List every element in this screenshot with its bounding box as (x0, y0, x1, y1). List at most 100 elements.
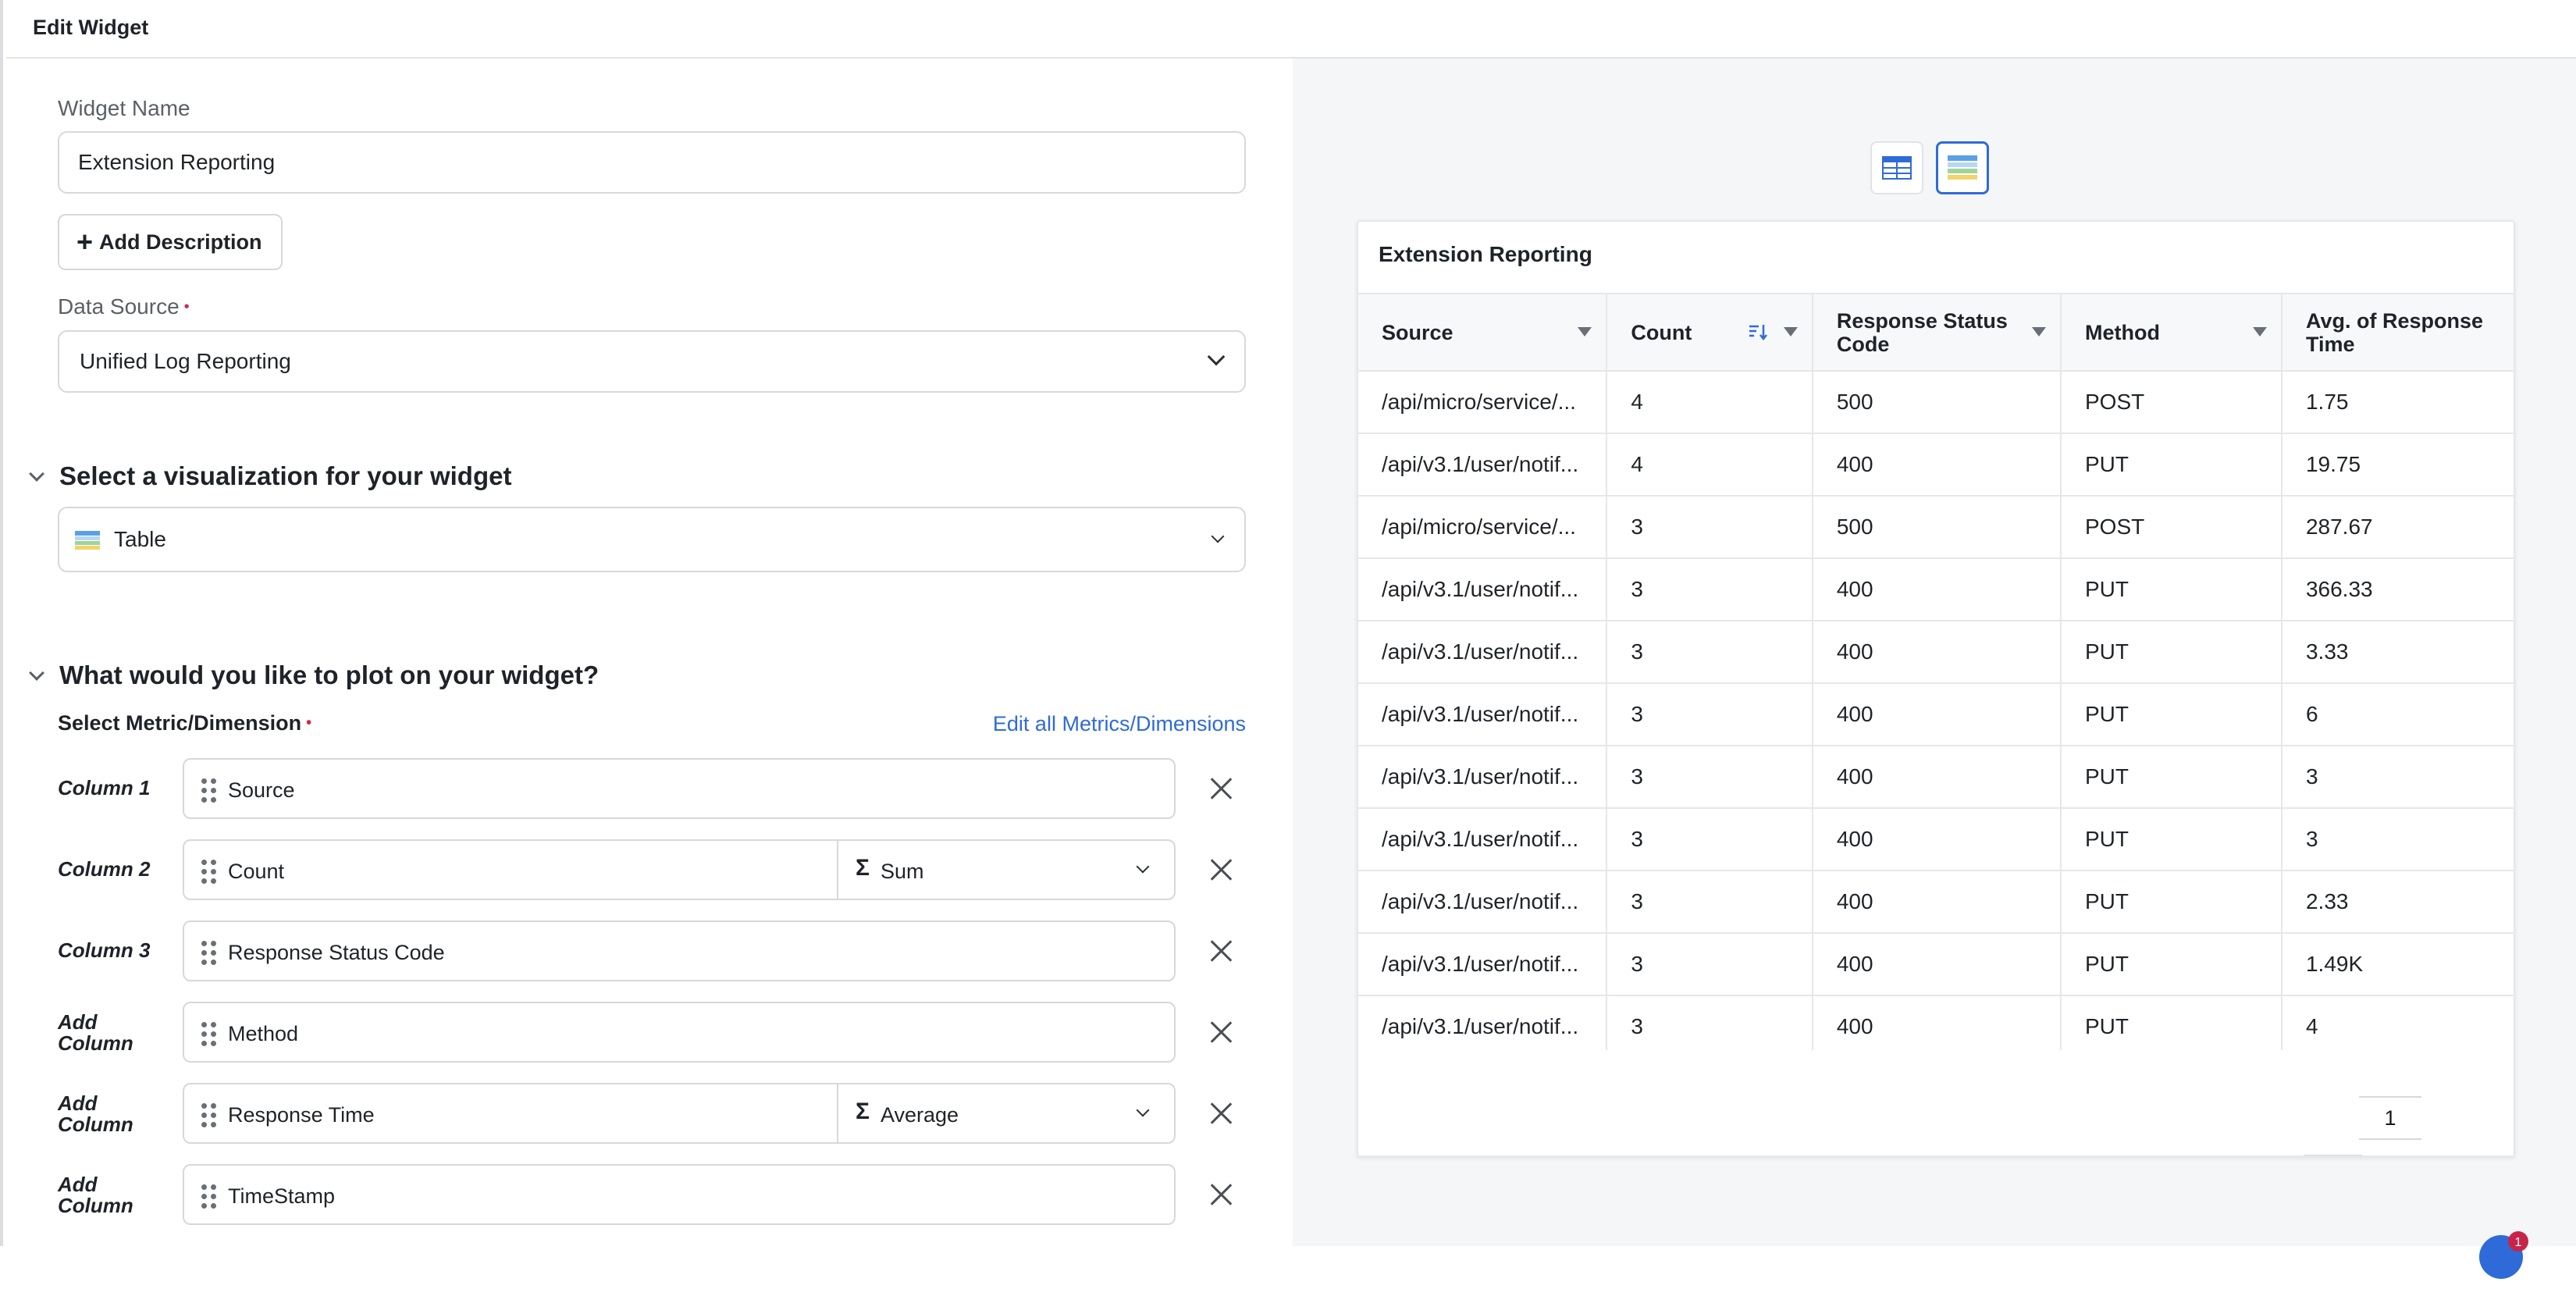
table-cell: PUT (2061, 808, 2282, 871)
column-field[interactable]: TimeStamp (183, 1164, 1176, 1225)
widget-settings-panel: Widget Name Extension Reporting + Add De… (6, 59, 1293, 1246)
table-row[interactable]: /api/micro/service/... 3 500 POST 287.67 (1358, 496, 2514, 559)
column-label: Add Column (58, 1173, 133, 1217)
column-menu-icon[interactable] (2032, 327, 2046, 336)
column-header-avg-response-time[interactable]: Avg. of Response Time (2281, 294, 2514, 372)
aggregation-select[interactable]: Σ Sum (837, 841, 1174, 899)
column-header-response-status-code[interactable]: Response Status Code (1812, 294, 2062, 372)
table-row[interactable]: /api/v3.1/user/notif... 3 400 PUT 3 (1358, 746, 2514, 809)
widget-name-input[interactable]: Extension Reporting (58, 131, 1246, 194)
table-cell: PUT (2061, 933, 2282, 996)
add-description-button[interactable]: + Add Description (58, 214, 283, 270)
remove-column-icon[interactable] (1208, 1101, 1233, 1126)
table-cell: /api/v3.1/user/notif... (1358, 746, 1608, 809)
column-field[interactable]: Response Status Code (183, 920, 1176, 981)
colored-table-toggle[interactable] (1936, 141, 1989, 194)
table-cell: 400 (1812, 808, 2062, 871)
table-row[interactable]: /api/v3.1/user/notif... 3 400 PUT 3 (1358, 808, 2514, 871)
table-cell: 3 (1606, 746, 1813, 809)
table-cell: 3 (1606, 496, 1813, 559)
table-row[interactable]: /api/v3.1/user/notif... 3 400 PUT 4 (1358, 995, 2514, 1050)
column-menu-icon[interactable] (1578, 327, 1592, 336)
plain-table-icon (1882, 156, 1912, 180)
table-header-row: Source Count Response Status Code Method… (1358, 294, 2514, 372)
column-field[interactable]: Response Time Σ Average (183, 1083, 1176, 1144)
collapse-icon[interactable] (29, 665, 44, 681)
column-menu-icon[interactable] (2252, 327, 2267, 336)
table-row[interactable]: /api/micro/service/... 4 500 POST 1.75 (1358, 371, 2514, 434)
table-row[interactable]: /api/v3.1/user/notif... 4 400 PUT 19.75 (1358, 433, 2514, 497)
previous-page-button[interactable] (2300, 1155, 2362, 1157)
table-cell: 3 (1606, 558, 1813, 621)
column-field-name: TimeStamp (228, 1184, 336, 1208)
chevron-down-icon (1136, 860, 1150, 874)
table-cell: 500 (1812, 371, 2062, 434)
table-row[interactable]: /api/v3.1/user/notif... 3 400 PUT 1.49K (1358, 933, 2514, 996)
column-header-count[interactable]: Count (1606, 294, 1813, 372)
aggregation-value: Sum (881, 860, 924, 883)
sigma-icon: Σ (856, 855, 870, 881)
remove-column-icon[interactable] (1208, 857, 1233, 882)
drag-handle-icon[interactable] (201, 1022, 220, 1047)
table-cell: 366.33 (2281, 558, 2514, 621)
table-row[interactable]: /api/v3.1/user/notif... 3 400 PUT 366.33 (1358, 558, 2514, 621)
table-cell: /api/v3.1/user/notif... (1358, 808, 1608, 871)
table-row[interactable]: /api/v3.1/user/notif... 3 400 PUT 3.33 (1358, 621, 2514, 684)
sort-descending-icon[interactable] (1748, 322, 1768, 341)
column-field[interactable]: Method (183, 1002, 1176, 1063)
remove-column-icon[interactable] (1208, 776, 1233, 801)
table-cell: PUT (2061, 995, 2282, 1050)
column-header-method[interactable]: Method (2061, 294, 2282, 372)
aggregation-select[interactable]: Σ Average (837, 1084, 1174, 1142)
table-cell: 3 (1606, 933, 1813, 996)
table-row[interactable]: /api/v3.1/user/notif... 3 400 PUT 6 (1358, 683, 2514, 746)
table-widget-preview: Extension Reporting Source Count Respons… (1357, 220, 2515, 1157)
column-field[interactable]: Source (183, 758, 1176, 819)
drag-handle-icon[interactable] (201, 1184, 220, 1209)
remove-column-icon[interactable] (1208, 1020, 1233, 1045)
column-field[interactable]: Count Σ Sum (183, 839, 1176, 900)
table-row[interactable]: /api/v3.1/user/notif... 3 400 PUT 2.33 (1358, 871, 2514, 934)
column-menu-icon[interactable] (1783, 327, 1798, 336)
table-cell: PUT (2061, 433, 2282, 497)
column-header-source[interactable]: Source (1358, 294, 1608, 372)
preview-panel: Extension Reporting Source Count Respons… (1293, 59, 2576, 1246)
plain-table-toggle[interactable] (1870, 141, 1923, 194)
data-table[interactable]: Source Count Response Status Code Method… (1358, 293, 2514, 1050)
header-label: Avg. of Response Time (2305, 308, 2484, 356)
column-label: Column 3 (58, 938, 151, 962)
table-cell: 500 (1812, 496, 2062, 559)
data-source-label: Data Source • (58, 294, 190, 319)
current-page[interactable]: 1 (2359, 1096, 2421, 1140)
visualization-section-title: Select a visualization for your widget (59, 461, 512, 490)
table-cell: 19.75 (2281, 433, 2514, 497)
table-cell: 4 (2281, 995, 2514, 1050)
plus-icon: + (76, 226, 94, 258)
drag-handle-icon[interactable] (201, 860, 220, 885)
notification-launcher[interactable]: 1 (2478, 1230, 2532, 1285)
aggregation-value: Average (881, 1103, 959, 1127)
remove-column-icon[interactable] (1208, 1182, 1233, 1207)
drag-handle-icon[interactable] (201, 778, 220, 803)
required-indicator: • (183, 298, 190, 315)
table-cell: 3 (2281, 808, 2514, 871)
drag-handle-icon[interactable] (201, 941, 220, 966)
table-cell: PUT (2061, 621, 2282, 684)
widget-name-value: Extension Reporting (78, 150, 276, 174)
chevron-down-icon (1211, 529, 1225, 543)
table-cell: /api/v3.1/user/notif... (1358, 683, 1608, 746)
data-source-select[interactable]: Unified Log Reporting (58, 330, 1246, 393)
table-cell: PUT (2061, 683, 2282, 746)
table-cell: 400 (1812, 746, 2062, 809)
table-cell: 400 (1812, 558, 2062, 621)
metric-dimension-label-text: Select Metric/Dimension (58, 711, 302, 735)
visualization-select[interactable]: Table (58, 507, 1246, 572)
drag-handle-icon[interactable] (201, 1103, 220, 1128)
collapse-icon[interactable] (29, 466, 44, 482)
column-label: Column 1 (58, 776, 151, 799)
column-label: Column 2 (58, 857, 151, 881)
remove-column-icon[interactable] (1208, 938, 1233, 963)
colored-table-icon (1948, 155, 1977, 180)
edit-all-metrics-link[interactable]: Edit all Metrics/Dimensions (993, 712, 1246, 736)
pagination: 1 (2297, 1096, 2484, 1155)
